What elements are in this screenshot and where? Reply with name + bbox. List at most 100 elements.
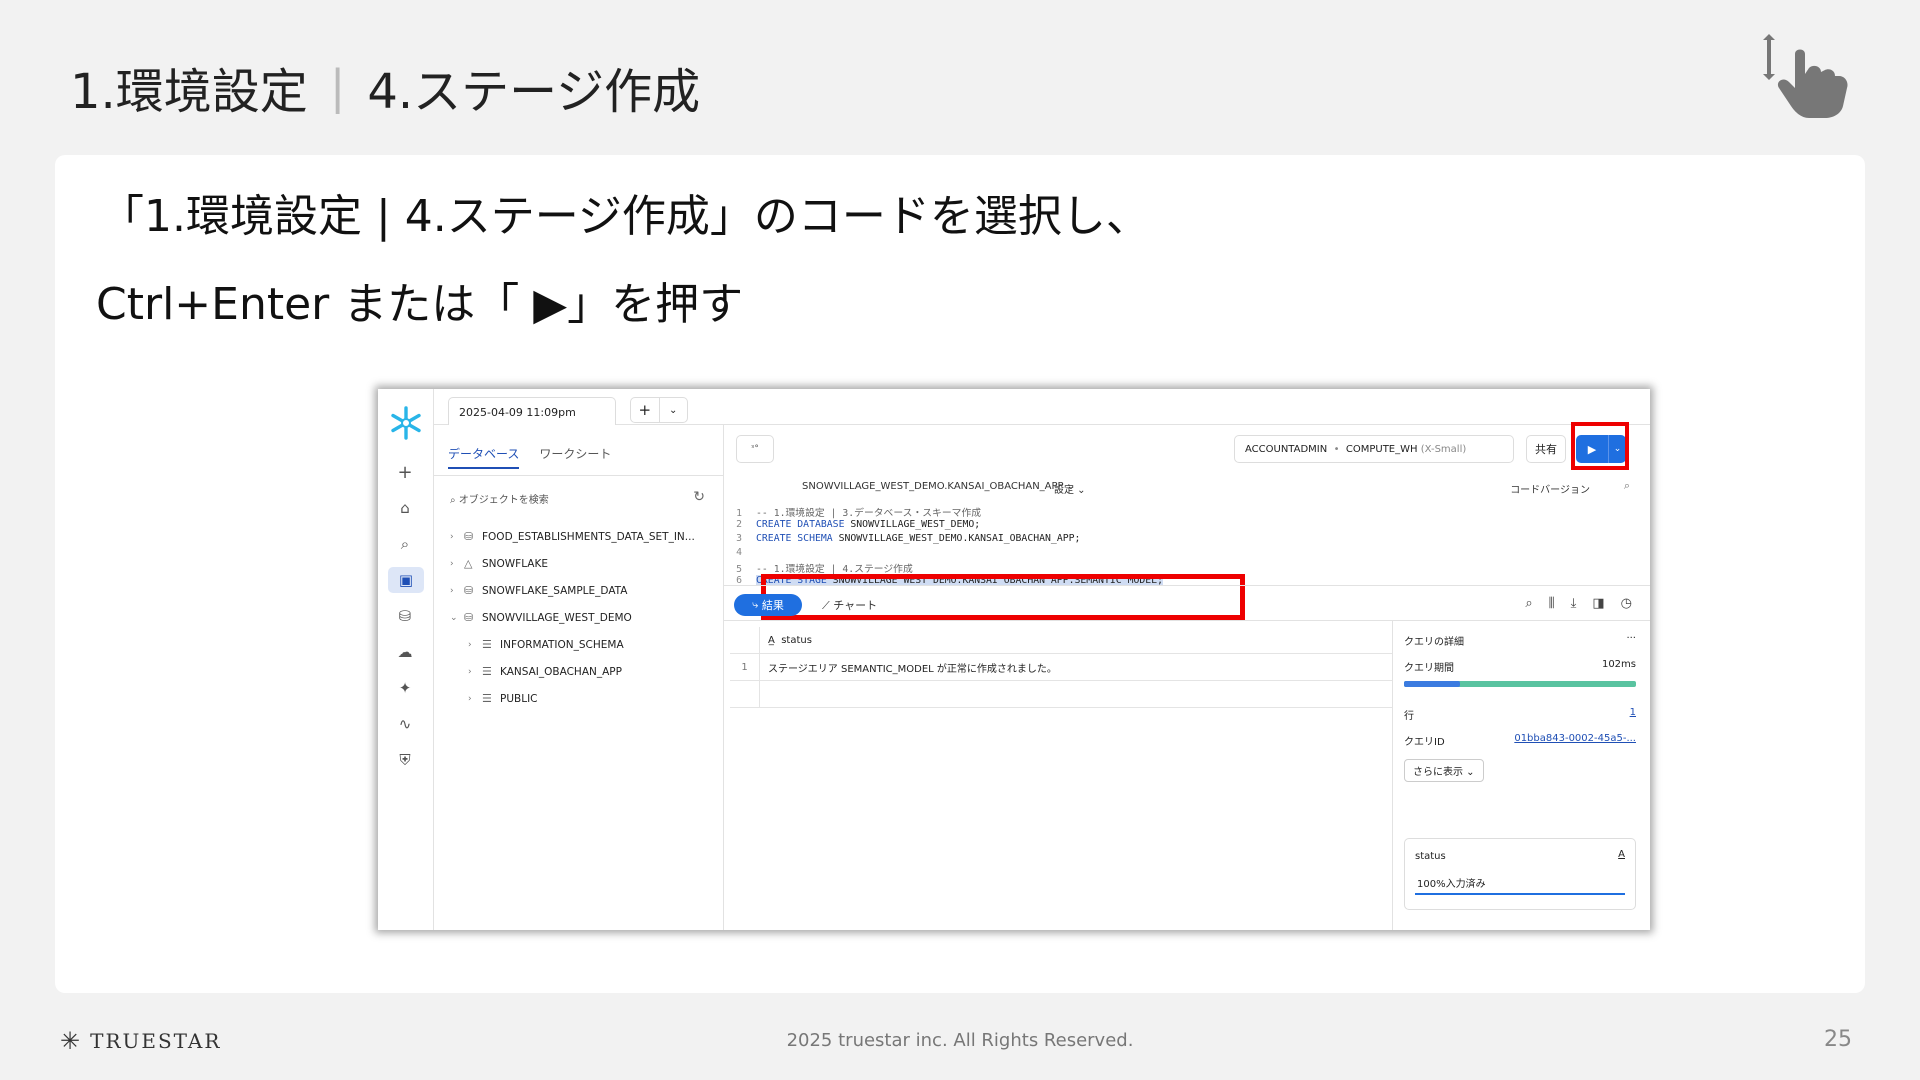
columns-icon[interactable]: ⫼ xyxy=(1549,596,1555,611)
context-separator: • xyxy=(1333,444,1340,455)
context-selector[interactable]: ACCOUNTADMIN • COMPUTE_WH (X-Small) xyxy=(1234,435,1514,463)
cell-status[interactable]: ステージエリア SEMANTIC_MODEL が正常に作成されました。 xyxy=(760,660,1057,675)
sql-editor[interactable]: 1 -- 1.環境設定 | 3.データベース・スキーマ作成 2 CREATE DAT… xyxy=(724,503,1650,586)
tree-item[interactable]: ⌄ ⛁ SNOWVILLAGE_WEST_DEMO xyxy=(450,604,713,631)
explorer-divider xyxy=(434,475,723,476)
results-actions: ⌕ ⫼ ⤓ ◨ ◷ xyxy=(1525,596,1632,611)
tree-item-label: SNOWFLAKE_SAMPLE_DATA xyxy=(482,584,628,597)
tree-item[interactable]: › ⛁ SNOWFLAKE_SAMPLE_DATA xyxy=(450,577,713,604)
schema-icon: ☰ xyxy=(482,638,492,651)
duration-label: クエリ期間 xyxy=(1404,663,1454,674)
column-header-status[interactable]: A̲ status xyxy=(760,635,812,646)
refresh-icon[interactable]: ↻ xyxy=(693,489,705,505)
object-search-input[interactable]: ⌕ オブジェクトを検索 xyxy=(450,491,549,506)
rows-value[interactable]: 1 xyxy=(1630,707,1636,718)
create-plus-icon[interactable]: + xyxy=(392,459,418,485)
row-number: 1 xyxy=(730,654,760,680)
query-id-row: クエリID 01bba843-0002-45a5-... xyxy=(1404,727,1636,753)
slide-title-step: 4.ステージ作成 xyxy=(367,64,701,120)
data-database-icon[interactable]: ⛁ xyxy=(392,603,418,629)
new-tab-button[interactable]: + xyxy=(631,398,659,422)
expand-chevron-icon[interactable]: › xyxy=(468,640,482,650)
scroll-hand-icon xyxy=(1763,34,1848,118)
line-number: 4 xyxy=(736,547,742,558)
tree-item[interactable]: › △ SNOWFLAKE xyxy=(450,550,713,577)
tab-databases[interactable]: データベース xyxy=(448,445,520,469)
instruction-line-1: 「1.環境設定 | 4.ステージ作成」のコードを選択し、 xyxy=(100,191,1150,242)
table-row-empty xyxy=(730,681,1392,708)
tree-item[interactable]: › ☰ INFORMATION_SCHEMA xyxy=(450,631,713,658)
worksheet-tabbar: 2025-04-09 11:09pm + ⌄ xyxy=(434,389,1650,425)
tree-item-label: SNOWFLAKE xyxy=(482,557,548,570)
expand-chevron-icon[interactable]: › xyxy=(450,559,464,569)
tab-worksheets[interactable]: ワークシート xyxy=(539,445,611,469)
more-options-icon[interactable]: ··· xyxy=(1626,633,1636,644)
object-search-placeholder: オブジェクトを検索 xyxy=(458,495,549,506)
toggle-details-panel-icon[interactable]: ◨ xyxy=(1592,596,1604,611)
code-versions-button[interactable]: コードバージョン xyxy=(1510,481,1590,496)
expand-chevron-icon[interactable]: › xyxy=(468,694,482,704)
code-keyword: CREATE DATABASE xyxy=(756,519,845,530)
tab-chart[interactable]: ⟋ チャート xyxy=(822,597,877,613)
format-code-button[interactable]: ᵌ° xyxy=(736,435,774,463)
tree-item-label: KANSAI_OBACHAN_APP xyxy=(500,665,622,678)
rows-row: 行1 xyxy=(1404,701,1636,727)
query-details-panel: クエリの詳細 ··· クエリ期間 102ms 行1 クエリID 01bba843-00… xyxy=(1404,627,1636,782)
schema-icon: ☰ xyxy=(482,692,492,705)
schema-icon: ☰ xyxy=(482,665,492,678)
database-icon: ⛁ xyxy=(464,530,474,543)
line-number: 2 xyxy=(736,519,742,530)
share-button[interactable]: 共有 xyxy=(1526,435,1566,463)
fill-rate-text: 100%入力済み xyxy=(1417,879,1486,890)
monitoring-activity-icon[interactable]: ∿ xyxy=(392,711,418,737)
explorer-tabs: データベース ワークシート xyxy=(448,445,611,469)
editor-toolbar: ᵌ° ACCOUNTADMIN • COMPUTE_WH (X-Small) 共… xyxy=(724,425,1650,475)
expand-chevron-icon[interactable]: › xyxy=(450,586,464,596)
details-divider xyxy=(1392,621,1393,930)
results-grid: A̲ status 1 ステージエリア SEMANTIC_MODEL が正常に作成… xyxy=(730,627,1392,708)
table-row[interactable]: 1 ステージエリア SEMANTIC_MODEL が正常に作成されました。 xyxy=(730,654,1392,681)
page-number: 25 xyxy=(1824,1027,1852,1052)
snowflake-logo-icon xyxy=(391,406,421,440)
tab-menu-chevron-icon[interactable]: ⌄ xyxy=(658,398,688,422)
ai-sparkle-icon[interactable]: ✦ xyxy=(392,675,418,701)
role-label: ACCOUNTADMIN xyxy=(1245,444,1328,455)
history-clock-icon[interactable]: ◷ xyxy=(1621,596,1632,611)
shared-database-icon: △ xyxy=(464,557,473,570)
search-icon[interactable]: ⌕ xyxy=(392,531,418,557)
tree-item-label: PUBLIC xyxy=(500,692,538,705)
home-icon[interactable]: ⌂ xyxy=(392,495,418,521)
expand-chevron-icon[interactable]: › xyxy=(450,532,464,542)
database-icon: ⛁ xyxy=(464,611,474,624)
column-stats-card: status A 100%入力済み xyxy=(1404,838,1636,910)
show-more-button[interactable]: さらに表示 ⌄ xyxy=(1404,759,1484,782)
duration-bar xyxy=(1404,681,1636,687)
tab-chart-label: チャート xyxy=(833,599,878,612)
tab-results[interactable]: ⤷ 結果 xyxy=(734,594,802,616)
collapse-chevron-icon[interactable]: ⌄ xyxy=(450,613,464,623)
warehouse-size: (X-Small) xyxy=(1420,444,1467,455)
query-id-label: クエリID xyxy=(1404,737,1445,748)
row-number xyxy=(730,681,760,707)
duration-row: クエリ期間 102ms xyxy=(1404,653,1636,679)
results-tabbar: ⤷ 結果 ⟋ チャート ⌕ ⫼ ⤓ ◨ ◷ xyxy=(724,585,1650,621)
database-schema-selector[interactable]: SNOWVILLAGE_WEST_DEMO.KANSAI_OBACHAN_APP… xyxy=(802,481,1075,492)
projects-terminal-icon[interactable]: ▣ xyxy=(388,567,424,593)
row-number-header xyxy=(730,627,760,653)
tree-item[interactable]: › ☰ KANSAI_OBACHAN_APP xyxy=(450,658,713,685)
worksheet-tab[interactable]: 2025-04-09 11:09pm xyxy=(448,397,616,425)
tree-item-label: SNOWVILLAGE_WEST_DEMO xyxy=(482,611,632,624)
settings-dropdown[interactable]: 設定 ⌄ xyxy=(1054,481,1086,496)
admin-shield-icon[interactable]: ⛨ xyxy=(392,747,418,773)
search-results-icon[interactable]: ⌕ xyxy=(1525,596,1532,611)
cloud-icon[interactable]: ☁ xyxy=(392,639,418,665)
editor-search-icon[interactable]: ⌕ xyxy=(1624,479,1630,493)
query-id-link[interactable]: 01bba843-0002-45a5-... xyxy=(1514,733,1636,744)
tree-item[interactable]: › ⛁ FOOD_ESTABLISHMENTS_DATA_SET_IN... xyxy=(450,523,713,550)
rows-label: 行 xyxy=(1404,711,1414,722)
tree-item[interactable]: › ☰ PUBLIC xyxy=(450,685,713,712)
download-icon[interactable]: ⤓ xyxy=(1571,596,1577,611)
tab-results-label: 結果 xyxy=(761,599,784,612)
expand-chevron-icon[interactable]: › xyxy=(468,667,482,677)
instruction-line-2: Ctrl+Enter または「 ▶」を押す xyxy=(96,279,744,330)
